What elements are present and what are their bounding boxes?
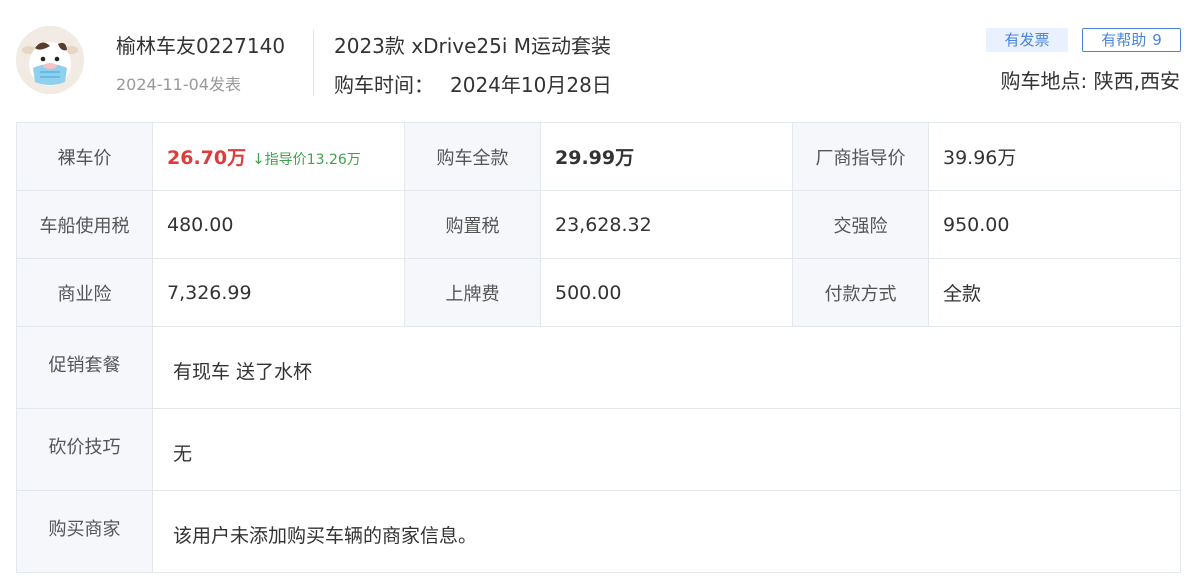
- car-model[interactable]: 2023款 xDrive25i M运动套装: [334, 30, 611, 59]
- bare-price-cell: 26.70万 ↓指导价13.26万: [152, 122, 405, 191]
- helpful-label: 有帮助: [1101, 31, 1147, 49]
- table-row: 车船使用税 480.00 购置税 23,628.32 交强险 950.00: [16, 190, 1181, 259]
- helpful-button[interactable]: 有帮助 9: [1082, 28, 1181, 52]
- purchase-time: 购车时间： 2024年10月28日: [334, 69, 612, 98]
- payment-method-label: 付款方式: [792, 258, 929, 327]
- promo-value: 有现车 送了水杯: [152, 326, 1181, 409]
- purchase-time-value: 2024年10月28日: [450, 73, 612, 97]
- purchase-time-label: 购车时间：: [334, 73, 434, 97]
- bargain-tips-value: 无: [152, 408, 1181, 491]
- full-price-value: 29.99万: [540, 122, 793, 191]
- purchase-location: 购车地点: 陕西,西安: [1000, 69, 1180, 93]
- bare-price-value: 26.70万: [167, 147, 247, 169]
- price-details-table: 裸车价 26.70万 ↓指导价13.26万 购车全款 29.99万 厂商指导价 3…: [16, 122, 1181, 573]
- guide-delta: ↓指导价13.26万: [252, 150, 361, 168]
- commercial-insurance-value: 7,326.99: [152, 258, 405, 327]
- table-row: 裸车价 26.70万 ↓指导价13.26万 购车全款 29.99万 厂商指导价 3…: [16, 122, 1181, 191]
- dealer-value: 该用户未添加购买车辆的商家信息。: [152, 490, 1181, 573]
- purchase-tax-label: 购置税: [404, 190, 541, 259]
- table-row: 砍价技巧 无: [16, 408, 1181, 491]
- invoice-badge: 有发票: [986, 28, 1068, 52]
- table-row: 商业险 7,326.99 上牌费 500.00 付款方式 全款: [16, 258, 1181, 327]
- plate-fee-label: 上牌费: [404, 258, 541, 327]
- vehicle-tax-label: 车船使用税: [16, 190, 153, 259]
- msrp-label: 厂商指导价: [792, 122, 929, 191]
- down-arrow-icon: ↓: [252, 150, 265, 168]
- bargain-tips-label: 砍价技巧: [16, 408, 153, 491]
- plate-fee-value: 500.00: [540, 258, 793, 327]
- user-name[interactable]: 榆林车友0227140: [116, 30, 285, 59]
- purchase-tax-value: 23,628.32: [540, 190, 793, 259]
- full-price-label: 购车全款: [404, 122, 541, 191]
- msrp-value: 39.96万: [928, 122, 1181, 191]
- table-row: 促销套餐 有现车 送了水杯: [16, 326, 1181, 409]
- compulsory-insurance-label: 交强险: [792, 190, 929, 259]
- guide-delta-text: 指导价13.26万: [264, 152, 361, 168]
- review-header: 榆林车友0227140 2024-11-04发表 2023款 xDrive25i…: [0, 0, 1200, 116]
- helpful-count: 9: [1152, 31, 1162, 49]
- promo-label: 促销套餐: [16, 326, 153, 409]
- vehicle-tax-value: 480.00: [152, 190, 405, 259]
- post-date: 2024-11-04发表: [116, 75, 241, 94]
- bare-price-label: 裸车价: [16, 122, 153, 191]
- table-row: 购买商家 该用户未添加购买车辆的商家信息。: [16, 490, 1181, 573]
- compulsory-insurance-value: 950.00: [928, 190, 1181, 259]
- user-avatar[interactable]: [16, 26, 84, 94]
- header-divider: [313, 30, 314, 96]
- payment-method-value: 全款: [928, 258, 1181, 327]
- commercial-insurance-label: 商业险: [16, 258, 153, 327]
- dealer-label: 购买商家: [16, 490, 153, 573]
- cow-mascot-icon: [16, 26, 84, 94]
